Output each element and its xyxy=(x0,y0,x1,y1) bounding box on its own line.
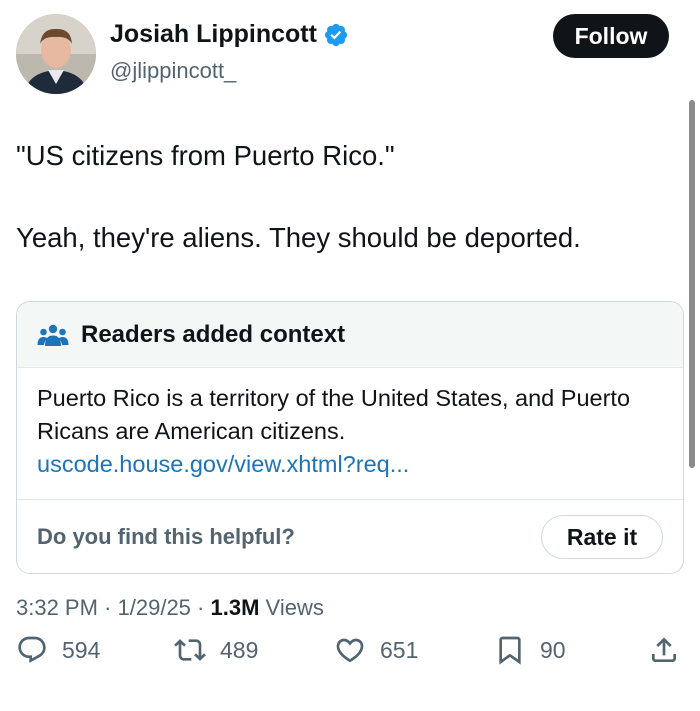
like-count: 651 xyxy=(380,636,419,663)
like-button[interactable]: 651 xyxy=(334,634,418,666)
follow-button[interactable]: Follow xyxy=(553,14,669,58)
community-note-footer: Do you find this helpful? Rate it xyxy=(17,500,683,573)
share-button[interactable] xyxy=(648,634,680,666)
heart-icon xyxy=(336,638,364,663)
tweet-time[interactable]: 3:32 PM xyxy=(16,595,98,620)
author-name[interactable]: Josiah Lippincott xyxy=(110,20,317,49)
views-label: Views xyxy=(265,595,324,620)
action-bar: 594 489 651 90 xyxy=(0,618,700,711)
readers-group-icon xyxy=(37,324,69,346)
avatar[interactable] xyxy=(16,14,96,94)
reply-count: 594 xyxy=(62,636,101,663)
repost-icon xyxy=(174,639,206,661)
tweet-date[interactable]: 1/29/25 xyxy=(118,595,191,620)
meta-separator: · xyxy=(197,595,211,620)
reply-icon xyxy=(18,636,46,663)
community-note-body: Puerto Rico is a territory of the United… xyxy=(17,368,683,500)
share-icon xyxy=(652,637,676,662)
tweet-text-line-2: Yeah, they're aliens. They should be dep… xyxy=(16,222,581,253)
repost-count: 489 xyxy=(220,636,259,663)
repost-button[interactable]: 489 xyxy=(174,634,258,666)
views-count: 1.3M xyxy=(210,595,260,620)
bookmark-count: 90 xyxy=(540,636,566,663)
reply-button[interactable]: 594 xyxy=(16,634,100,666)
community-note-source-link[interactable]: uscode.house.gov/view.xhtml?req... xyxy=(37,448,663,481)
tweet-text-line-1: "US citizens from Puerto Rico." xyxy=(16,140,395,171)
community-note-header: Readers added context xyxy=(17,302,683,368)
avatar-photo xyxy=(16,14,96,94)
community-note-text: Puerto Rico is a territory of the United… xyxy=(37,385,631,444)
author-name-row[interactable]: Josiah Lippincott xyxy=(110,20,349,49)
scrollbar[interactable] xyxy=(689,100,695,468)
verified-badge-icon xyxy=(324,23,348,46)
author-handle[interactable]: @jlippincott_ xyxy=(110,58,236,84)
bookmark-button[interactable]: 90 xyxy=(494,634,566,666)
rate-it-button[interactable]: Rate it xyxy=(541,515,663,559)
bookmark-icon xyxy=(499,636,521,665)
community-note-title: Readers added context xyxy=(81,320,346,348)
helpful-question: Do you find this helpful? xyxy=(37,524,295,549)
meta-separator: · xyxy=(104,595,118,620)
community-note: Readers added context Puerto Rico is a t… xyxy=(16,301,684,574)
